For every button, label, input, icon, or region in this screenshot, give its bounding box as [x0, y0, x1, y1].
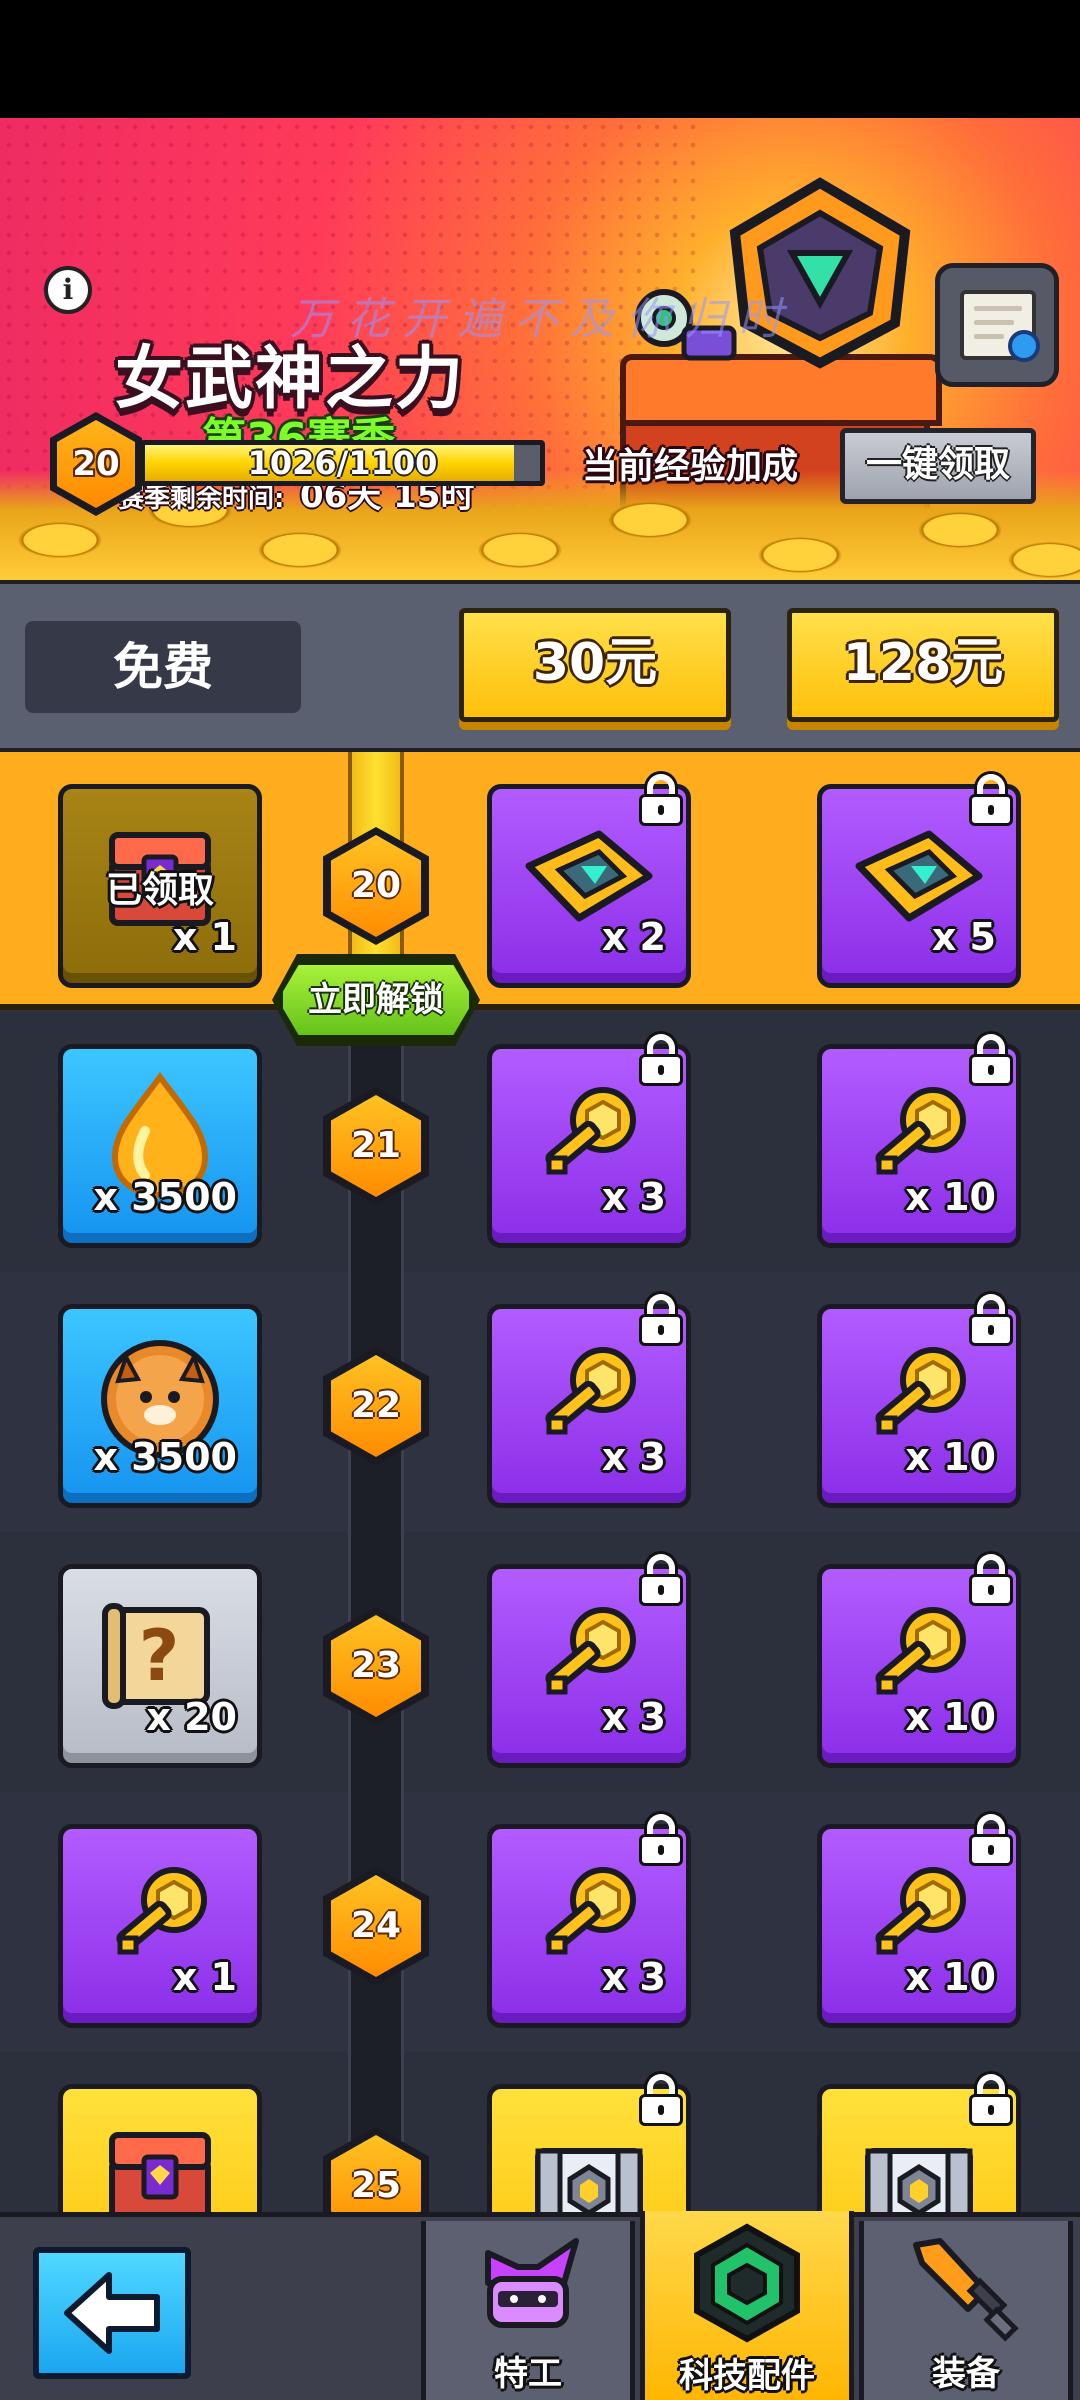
reward-row-level-21: x 3500 x 3 x 10	[0, 1012, 1080, 1272]
reward-quantity: x 5	[931, 915, 996, 959]
free-reward-card[interactable]	[58, 2084, 262, 2212]
reward-quantity: x 3500	[93, 1175, 237, 1219]
claim-all-button[interactable]: 一键领取	[840, 428, 1036, 504]
tier-header: 免费 30元 128元	[0, 580, 1080, 752]
free-reward-card[interactable]: 已领取 x 1	[58, 784, 262, 988]
chest-icon	[100, 2121, 220, 2212]
free-reward-card[interactable]: x 1	[58, 1824, 262, 2028]
reward-row-level-22: x 3500 x 3 x 10	[0, 1272, 1080, 1532]
claimed-label: 已领取	[105, 870, 214, 911]
badge-icon	[1008, 330, 1040, 362]
status-bar	[0, 0, 1080, 118]
season-timer-label: 赛季剩余时间:	[118, 484, 285, 514]
sword-icon	[913, 2238, 1019, 2342]
lock-icon	[637, 1034, 685, 1086]
reward-quantity: x 2	[601, 915, 666, 959]
reward-track[interactable]: 已领取 x 1x 2x 5 20 x 3500 x 3x 10 21 x 3500 x 3x …	[0, 752, 1080, 2212]
tab-equipment-label: 装备	[932, 2354, 1000, 2394]
back-button[interactable]	[33, 2247, 191, 2379]
lock-icon	[637, 1814, 685, 1866]
lock-icon	[637, 1554, 685, 1606]
lock-icon	[637, 774, 685, 826]
reward-row-level-20: 已领取 x 1 x 2 x 5	[0, 752, 1080, 1012]
reward-row-level-23: ? x 20 x 3 x 10	[0, 1532, 1080, 1792]
reward-row-level-24: x 1 x 3 x 10	[0, 1792, 1080, 2052]
info-icon[interactable]: i	[44, 266, 92, 314]
reward-quantity: x 1	[172, 915, 237, 959]
ninja-agent-icon	[485, 2238, 579, 2328]
reward-quantity: x 10	[905, 1175, 996, 1219]
tab-agent[interactable]: 特工	[421, 2221, 635, 2400]
tech-hexagon-icon	[694, 2223, 800, 2343]
bottom-nav: 特工 科技配件 装备	[0, 2211, 1080, 2400]
lock-icon	[637, 1294, 685, 1346]
tier-free-label: 免费	[25, 621, 301, 713]
xp-progress-text: 1026/1100	[247, 444, 438, 482]
lock-icon	[967, 2074, 1015, 2126]
lock-icon	[637, 2074, 685, 2126]
tab-agent-label: 特工	[494, 2354, 562, 2394]
rules-scroll-button[interactable]	[935, 263, 1059, 387]
free-reward-card[interactable]: x 3500	[58, 1304, 262, 1508]
battle-pass-screen: i 万花开遍不及你归时 女武神之力 第36赛季 赛季剩余时间: 06天 15时 …	[0, 0, 1080, 2400]
reward-quantity: x 10	[905, 1955, 996, 1999]
reward-quantity: x 20	[146, 1695, 237, 1739]
silver-chest-icon	[524, 2121, 654, 2212]
tab-tech-parts-label: 科技配件	[679, 2356, 815, 2396]
lock-icon	[967, 1294, 1015, 1346]
lock-icon	[967, 1814, 1015, 1866]
reward-quantity: x 1	[172, 1955, 237, 1999]
reward-quantity: x 3	[601, 1955, 666, 1999]
reward-quantity: x 3	[601, 1695, 666, 1739]
lock-icon	[967, 774, 1015, 826]
lock-icon	[967, 1554, 1015, 1606]
free-reward-card[interactable]: x 3500	[58, 1044, 262, 1248]
free-reward-card[interactable]: ? x 20	[58, 1564, 262, 1768]
season-banner: i 万花开遍不及你归时 女武神之力 第36赛季 赛季剩余时间: 06天 15时	[0, 118, 1080, 580]
reward-quantity: x 10	[905, 1435, 996, 1479]
reward-quantity: x 3500	[93, 1435, 237, 1479]
reward-quantity: x 3	[601, 1435, 666, 1479]
exp-bonus-label[interactable]: 当前经验加成	[582, 437, 798, 489]
tab-equipment[interactable]: 装备	[859, 2221, 1073, 2400]
silver-chest-icon	[854, 2121, 984, 2212]
reward-quantity: x 10	[905, 1695, 996, 1739]
tier-128-button[interactable]: 128元	[787, 608, 1059, 722]
unlock-now-button[interactable]: 立即解锁	[278, 960, 474, 1040]
tab-tech-parts[interactable]: 科技配件	[640, 2211, 854, 2400]
lock-icon	[967, 1034, 1015, 1086]
arrow-left-icon	[64, 2272, 160, 2354]
reward-row-level-25	[0, 2052, 1080, 2212]
reward-quantity: x 3	[601, 1175, 666, 1219]
tier-30-button[interactable]: 30元	[459, 608, 731, 722]
svg-text:?: ?	[139, 1615, 180, 1697]
xp-progress-bar: 1026/1100	[140, 440, 545, 486]
